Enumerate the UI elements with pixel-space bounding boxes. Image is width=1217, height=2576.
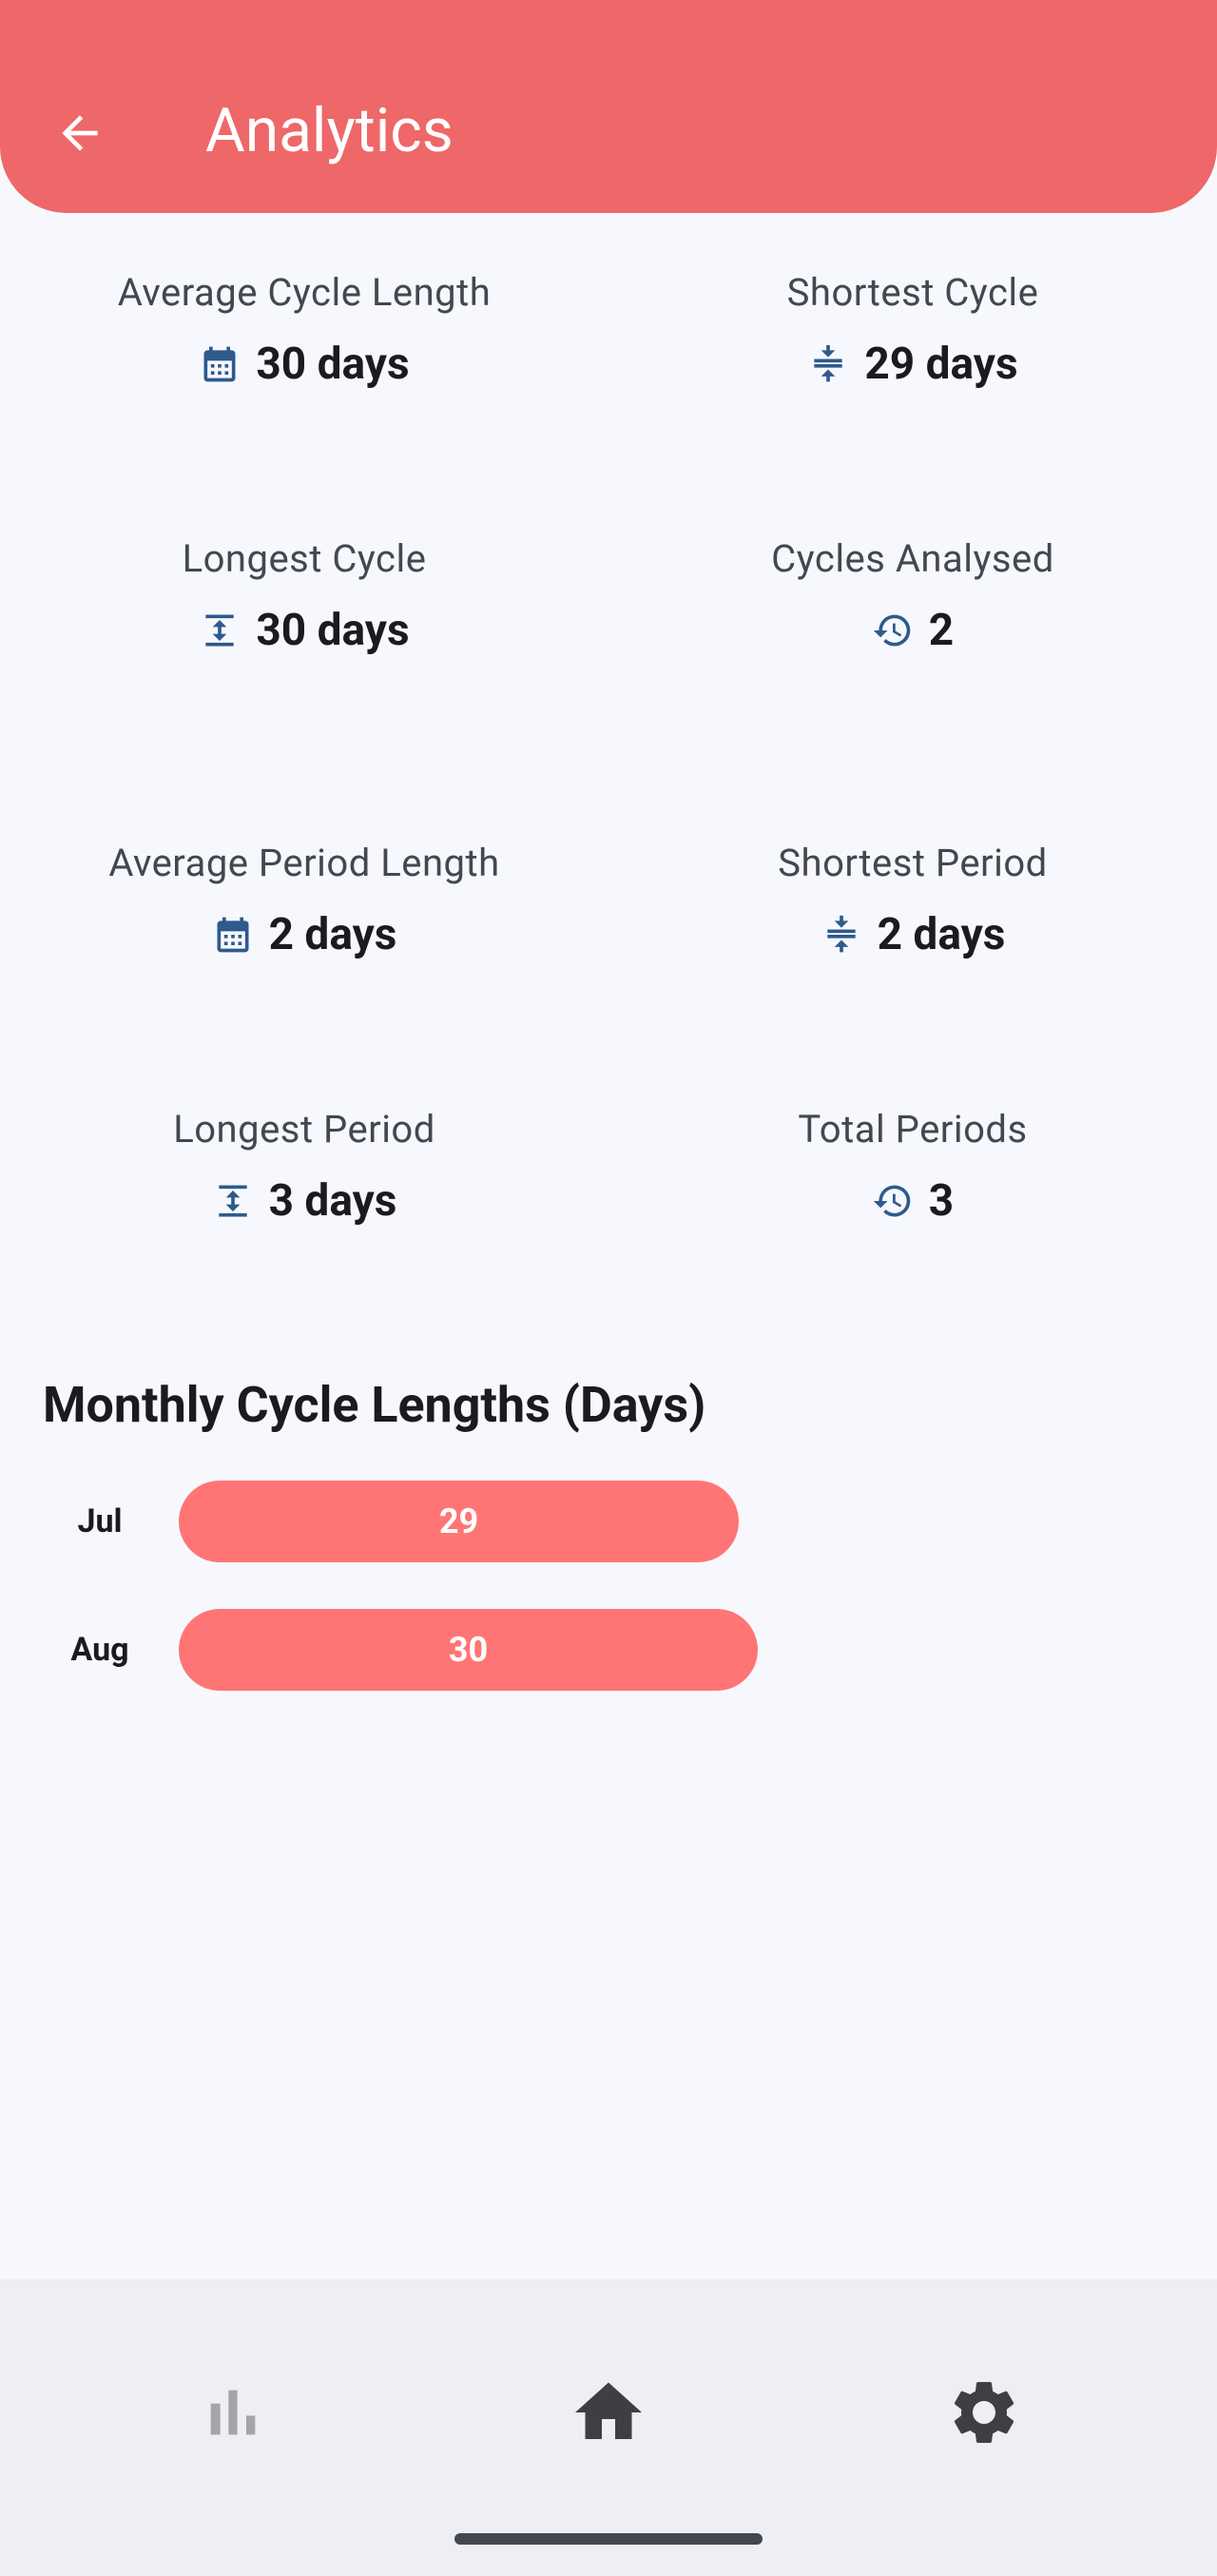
nav-home-button[interactable] — [551, 2355, 666, 2469]
calendar-icon — [199, 343, 241, 385]
page-title: Analytics — [205, 95, 454, 166]
stat-value: 2 days — [877, 909, 1006, 960]
stat-label: Cycles Analysed — [771, 536, 1054, 581]
bar-aug: 30 — [179, 1609, 758, 1691]
compress-vertical-icon — [807, 343, 849, 385]
bar-row-jul: Jul 29 — [0, 1481, 1217, 1562]
stat-value: 30 days — [256, 339, 410, 390]
stat-label: Longest Period — [173, 1107, 435, 1152]
stat-value: 2 days — [268, 909, 397, 960]
stat-value: 2 — [928, 605, 955, 656]
stat-value: 30 days — [256, 605, 410, 656]
stat-longest-cycle: Longest Cycle 30 days — [0, 534, 608, 658]
bottom-navigation-bar — [0, 2279, 1217, 2576]
gear-icon — [954, 2382, 1014, 2443]
expand-vertical-icon — [199, 610, 241, 651]
stat-label: Shortest Cycle — [786, 270, 1039, 315]
home-icon — [575, 2382, 642, 2439]
stat-total-periods: Total Periods 3 — [608, 1105, 1217, 1229]
calendar-icon — [212, 914, 254, 956]
stat-label: Average Period Length — [108, 841, 500, 885]
bar-chart-icon — [210, 2390, 256, 2435]
bar-value-label: 30 — [448, 1630, 489, 1670]
stat-longest-period: Longest Period 3 days — [0, 1105, 608, 1229]
nav-settings-button[interactable] — [927, 2355, 1041, 2469]
arrow-left-icon — [62, 115, 98, 151]
stat-value: 3 — [928, 1175, 955, 1227]
bar-value-label: 29 — [438, 1501, 479, 1541]
stat-shortest-cycle: Shortest Cycle 29 days — [608, 268, 1217, 392]
compress-vertical-icon — [821, 914, 862, 956]
stat-value: 29 days — [864, 339, 1018, 390]
back-button[interactable] — [46, 99, 114, 167]
stat-average-period-length: Average Period Length 2 days — [0, 839, 608, 962]
history-icon — [872, 1180, 914, 1222]
stat-label: Longest Cycle — [182, 536, 427, 581]
bar-category-label: Aug — [70, 1631, 129, 1669]
stat-value: 3 days — [268, 1175, 397, 1227]
bar-jul: 29 — [179, 1481, 739, 1562]
stat-label: Total Periods — [798, 1107, 1028, 1152]
bar-category-label: Jul — [77, 1502, 123, 1540]
stat-label: Average Cycle Length — [117, 270, 492, 315]
expand-vertical-icon — [212, 1180, 254, 1222]
stat-label: Shortest Period — [778, 841, 1048, 885]
stat-cycles-analysed: Cycles Analysed 2 — [608, 534, 1217, 658]
stat-average-cycle-length: Average Cycle Length 30 days — [0, 268, 608, 392]
chart-title: Monthly Cycle Lengths (Days) — [43, 1376, 706, 1434]
gesture-handle — [454, 2533, 763, 2545]
bar-row-aug: Aug 30 — [0, 1609, 1217, 1691]
nav-analytics-button[interactable] — [176, 2355, 290, 2469]
history-icon — [872, 610, 914, 651]
stat-shortest-period: Shortest Period 2 days — [608, 839, 1217, 962]
app-bar: Analytics — [0, 0, 1217, 213]
